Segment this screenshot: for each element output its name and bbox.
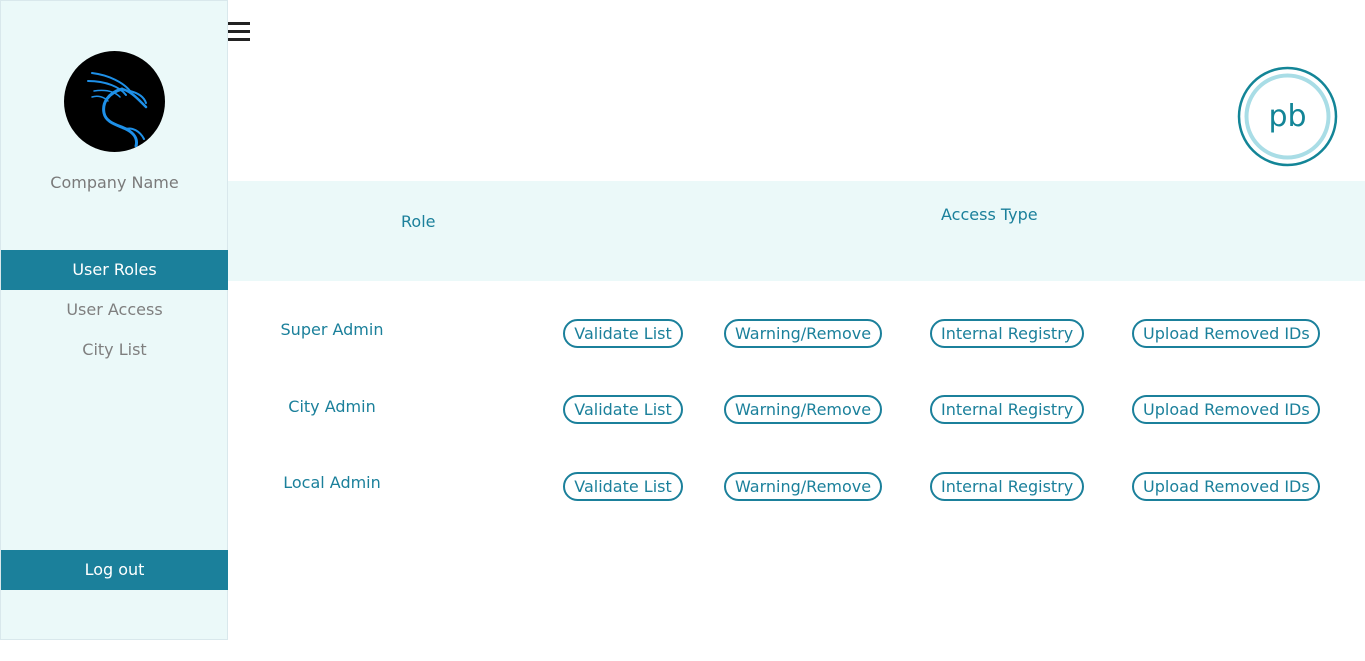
logout-button[interactable]: Log out	[1, 550, 228, 590]
role-name: Local Admin	[283, 473, 381, 492]
sidebar: Company Name User Roles User Access City…	[0, 0, 228, 640]
validate-list-button[interactable]: Validate List	[563, 395, 683, 424]
brand-logo: pb	[1237, 66, 1338, 167]
company-avatar	[64, 51, 165, 152]
validate-list-button[interactable]: Validate List	[563, 472, 683, 501]
role-name: City Admin	[288, 397, 376, 416]
hamburger-menu-icon[interactable]	[228, 20, 252, 44]
upload-removed-ids-button[interactable]: Upload Removed IDs	[1132, 319, 1320, 348]
dragon-logo-icon	[87, 72, 148, 148]
sidebar-item-city-list[interactable]: City List	[1, 330, 228, 370]
warning-remove-button[interactable]: Warning/Remove	[724, 395, 882, 424]
sidebar-item-user-roles[interactable]: User Roles	[1, 250, 228, 290]
internal-registry-button[interactable]: Internal Registry	[930, 472, 1084, 501]
upload-removed-ids-button[interactable]: Upload Removed IDs	[1132, 472, 1320, 501]
upload-removed-ids-button[interactable]: Upload Removed IDs	[1132, 395, 1320, 424]
warning-remove-button[interactable]: Warning/Remove	[724, 319, 882, 348]
validate-list-button[interactable]: Validate List	[563, 319, 683, 348]
sidebar-item-user-access[interactable]: User Access	[1, 290, 228, 330]
warning-remove-button[interactable]: Warning/Remove	[724, 472, 882, 501]
column-header-role: Role	[401, 212, 436, 231]
company-name: Company Name	[50, 173, 179, 192]
table-header: Role Access Type	[228, 181, 1365, 281]
internal-registry-button[interactable]: Internal Registry	[930, 319, 1084, 348]
internal-registry-button[interactable]: Internal Registry	[930, 395, 1084, 424]
brand-logo-text: pb	[1268, 99, 1306, 134]
role-name: Super Admin	[280, 320, 384, 339]
column-header-access-type: Access Type	[941, 205, 1038, 224]
